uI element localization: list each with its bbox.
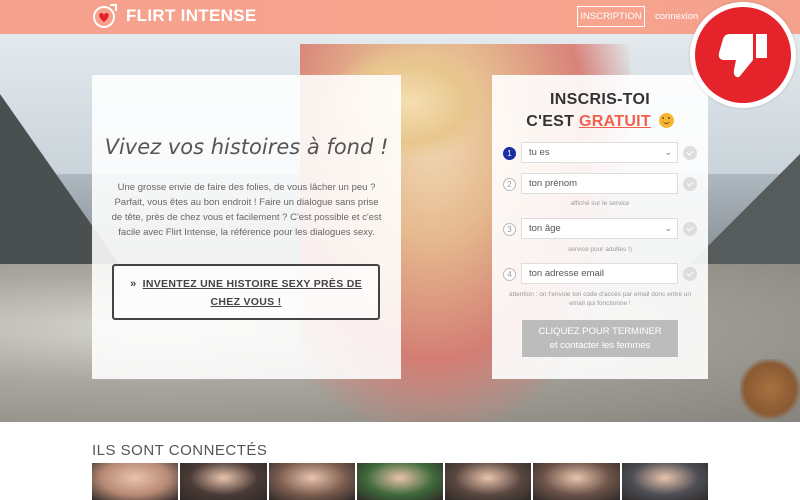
form-title-line2: C'EST GRATUIT <box>492 111 708 133</box>
form-title-prefix: C'EST <box>526 113 575 130</box>
age-select-value: ton âge <box>529 223 561 234</box>
form-title-line1: INSCRIS-TOI <box>550 91 650 108</box>
check-icon <box>683 146 697 160</box>
heart-logo-icon <box>93 4 117 28</box>
age-select[interactable]: ton âge ⌄ <box>521 218 678 239</box>
cta-label: INVENTEZ UNE HISTOIRE SEXY PRÈS DE CHEZ … <box>142 278 362 308</box>
site-header: FLIRT INTENSE INSCRIPTION connexion <box>0 0 800 34</box>
email-placeholder: ton adresse email <box>529 268 604 279</box>
firstname-hint: affiché sur le service <box>570 200 630 207</box>
connexion-link[interactable]: connexion <box>655 11 698 22</box>
firstname-placeholder: ton prénom <box>529 178 578 189</box>
member-thumbnail[interactable] <box>356 463 444 500</box>
cta-button[interactable]: » INVENTEZ UNE HISTOIRE SEXY PRÈS DE CHE… <box>112 264 380 320</box>
email-hint: attention : on t'envoie ton code d'accès… <box>508 291 692 307</box>
gratuit-highlight: GRATUIT <box>578 113 651 130</box>
check-icon <box>683 177 697 191</box>
smiley-icon <box>658 113 674 128</box>
brand-name: FLIRT INTENSE <box>126 6 257 25</box>
form-title: INSCRIS-TOI C'EST GRATUIT <box>492 89 708 133</box>
boot <box>740 359 800 419</box>
chevron-down-icon: ⌄ <box>664 223 672 233</box>
gender-select-value: tu es <box>529 147 550 158</box>
submit-line1: CLIQUEZ POUR TERMINER <box>538 325 662 337</box>
intro-panel: Vivez vos histoires à fond ! Une grosse … <box>92 75 401 379</box>
step-number-4: 4 <box>503 268 516 281</box>
member-thumbnail[interactable] <box>92 463 179 500</box>
step-number-3: 3 <box>503 223 516 236</box>
check-icon <box>683 267 697 281</box>
check-icon <box>683 222 697 236</box>
connected-title: ILS SONT CONNECTÉS <box>92 442 268 459</box>
member-thumbnail[interactable] <box>621 463 708 500</box>
member-thumbnail[interactable] <box>268 463 355 500</box>
member-thumbnail[interactable] <box>445 463 532 500</box>
connected-thumbnails <box>92 463 708 500</box>
member-thumbnail[interactable] <box>180 463 267 500</box>
member-thumbnail[interactable] <box>533 463 620 500</box>
pitch-text: Une grosse envie de faire des folies, de… <box>111 182 382 238</box>
gender-select[interactable]: tu es ⌄ <box>521 142 678 163</box>
thumbs-down-icon <box>718 34 767 78</box>
submit-line2: et contacter les femmes <box>549 339 651 351</box>
step-number-2: 2 <box>503 178 516 191</box>
submit-button[interactable]: CLIQUEZ POUR TERMINER et contacter les f… <box>522 320 678 357</box>
tagline: Vivez vos histoires à fond ! <box>104 135 389 159</box>
badge-circle <box>695 7 791 103</box>
inscription-button[interactable]: INSCRIPTION <box>577 6 645 27</box>
rating-badge <box>690 2 796 108</box>
email-input[interactable]: ton adresse email <box>521 263 678 284</box>
double-chevron-right-icon: » <box>130 278 137 290</box>
firstname-input[interactable]: ton prénom <box>521 173 678 194</box>
step-number-1: 1 <box>503 147 516 160</box>
age-hint: service pour adultes !) <box>568 246 632 253</box>
logo[interactable]: FLIRT INTENSE <box>92 3 256 29</box>
signup-form: INSCRIS-TOI C'EST GRATUIT 1 tu es ⌄ 2 to… <box>492 75 708 379</box>
chevron-down-icon: ⌄ <box>664 147 672 157</box>
